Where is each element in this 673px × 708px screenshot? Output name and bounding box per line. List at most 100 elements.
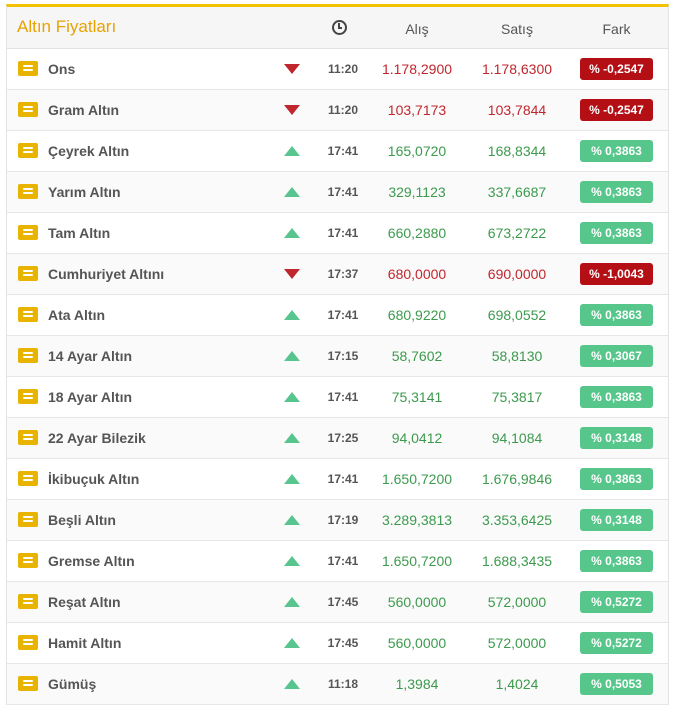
asset-name[interactable]: 18 Ayar Altın bbox=[48, 389, 132, 405]
sell-price: 1.688,3435 bbox=[481, 553, 553, 569]
update-time: 17:41 bbox=[327, 185, 359, 199]
update-time: 17:41 bbox=[327, 308, 359, 322]
update-time: 17:41 bbox=[327, 390, 359, 404]
asset-name[interactable]: Reşat Altın bbox=[48, 594, 121, 610]
price-row[interactable]: Tam Altın 17:41 660,2880 673,2722 % 0,3863 bbox=[7, 213, 668, 254]
price-row[interactable]: Reşat Altın 17:45 560,0000 572,0000 % 0,5272 bbox=[7, 582, 668, 623]
price-row[interactable]: İkibuçuk Altın 17:41 1.650,7200 1.676,9846%… bbox=[7, 459, 668, 500]
price-row[interactable]: Ons 11:20 1.178,2900 1.178,6300 % -0,2547 bbox=[7, 49, 668, 90]
trend-up-icon bbox=[284, 146, 300, 156]
gold-coin-icon bbox=[18, 635, 38, 650]
price-row[interactable]: Gümüş 11:18 1,3984 1,4024 % 0,5053 bbox=[7, 664, 668, 705]
buy-price: 1,3984 bbox=[395, 676, 439, 692]
price-row[interactable]: Gremse Altın 17:41 1.650,7200 1.688,3435 % 0… bbox=[7, 541, 668, 582]
asset-name[interactable]: 14 Ayar Altın bbox=[48, 348, 132, 364]
update-time: 11:20 bbox=[327, 103, 359, 117]
trend-up-icon bbox=[284, 187, 300, 197]
update-time: 17:41 bbox=[327, 144, 359, 158]
update-time: 17:41 bbox=[327, 472, 359, 486]
gold-coin-icon bbox=[18, 594, 38, 609]
asset-name[interactable]: Gremse Altın bbox=[48, 553, 135, 569]
change-badge: % -1,0043 bbox=[580, 263, 653, 285]
update-time: 11:20 bbox=[327, 62, 359, 76]
sell-price: 572,0000 bbox=[487, 635, 547, 651]
price-row[interactable]: Hamit Altın 17:45 560,0000 572,0000 % 0,5272 bbox=[7, 623, 668, 664]
trend-up-icon bbox=[284, 556, 300, 566]
update-time: 17:45 bbox=[327, 636, 359, 650]
trend-up-icon bbox=[284, 351, 300, 361]
sell-price: 690,0000 bbox=[487, 266, 547, 282]
buy-price: 165,0720 bbox=[387, 143, 447, 159]
gold-coin-icon bbox=[18, 307, 38, 322]
buy-price: 58,7602 bbox=[391, 348, 443, 364]
gold-coin-icon bbox=[18, 266, 38, 281]
sell-price: 698,0552 bbox=[487, 307, 547, 323]
update-time: 17:25 bbox=[327, 431, 359, 445]
clock-icon bbox=[332, 20, 347, 35]
gold-coin-icon bbox=[18, 102, 38, 117]
change-badge: % 0,3863 bbox=[580, 181, 653, 203]
gold-coin-icon bbox=[18, 676, 38, 691]
asset-name[interactable]: Tam Altın bbox=[48, 225, 110, 241]
sell-price: 1.178,6300 bbox=[481, 61, 553, 77]
sell-price: 75,3817 bbox=[491, 389, 543, 405]
update-time: 17:19 bbox=[327, 513, 359, 527]
table-header: Altın Fiyatları Alış Satış Fark bbox=[7, 7, 668, 49]
buy-price: 3.289,3813 bbox=[381, 512, 453, 528]
asset-name[interactable]: Ata Altın bbox=[48, 307, 105, 323]
sell-price: 337,6687 bbox=[487, 184, 547, 200]
buy-price: 329,1123 bbox=[388, 184, 446, 200]
buy-price: 680,0000 bbox=[387, 266, 447, 282]
price-row[interactable]: 22 Ayar Bilezik 17:25 94,0412 94,1084 % 0,31… bbox=[7, 418, 668, 459]
gold-coin-icon bbox=[18, 512, 38, 527]
asset-name[interactable]: 22 Ayar Bilezik bbox=[48, 430, 146, 446]
asset-name[interactable]: Beşli Altın bbox=[48, 512, 116, 528]
diff-column-header: Fark bbox=[602, 21, 631, 37]
price-row[interactable]: 18 Ayar Altın 17:41 75,3141 75,3817 % 0,3863 bbox=[7, 377, 668, 418]
sell-price: 3.353,6425 bbox=[481, 512, 553, 528]
asset-name[interactable]: İkibuçuk Altın bbox=[48, 471, 139, 487]
change-badge: % 0,5272 bbox=[580, 632, 653, 654]
trend-down-icon bbox=[284, 64, 300, 74]
gold-prices-widget: Altın Fiyatları Alış Satış Fark Ons 11:20… bbox=[6, 4, 669, 705]
price-row[interactable]: Çeyrek Altın 17:41 165,0720 168,8344 % 0,386… bbox=[7, 131, 668, 172]
buy-column-header: Alış bbox=[405, 21, 429, 37]
change-badge: % 0,3067 bbox=[580, 345, 653, 367]
trend-up-icon bbox=[284, 433, 300, 443]
asset-name[interactable]: Cumhuriyet Altını bbox=[48, 266, 164, 282]
change-badge: % 0,3148 bbox=[580, 427, 653, 449]
trend-down-icon bbox=[284, 105, 300, 115]
buy-price: 103,7173 bbox=[387, 102, 447, 118]
gold-coin-icon bbox=[18, 143, 38, 158]
gold-coin-icon bbox=[18, 553, 38, 568]
gold-coin-icon bbox=[18, 471, 38, 486]
price-row[interactable]: Beşli Altın 17:19 3.289,3813 3.353,6425 % 0,… bbox=[7, 500, 668, 541]
trend-up-icon bbox=[284, 597, 300, 607]
change-badge: % 0,3863 bbox=[580, 386, 653, 408]
price-row[interactable]: 14 Ayar Altın 17:15 58,7602 58,8130 % 0,3067 bbox=[7, 336, 668, 377]
price-row[interactable]: Gram Altın 11:20 103,7173 103,7844 % -0,2547 bbox=[7, 90, 668, 131]
update-time: 17:41 bbox=[327, 226, 359, 240]
buy-price: 560,0000 bbox=[387, 635, 447, 651]
asset-name[interactable]: Gümüş bbox=[48, 676, 96, 692]
asset-name[interactable]: Gram Altın bbox=[48, 102, 119, 118]
asset-name[interactable]: Yarım Altın bbox=[48, 184, 121, 200]
sell-price: 1.676,9846 bbox=[481, 471, 553, 487]
sell-price: 103,7844 bbox=[487, 102, 547, 118]
asset-name[interactable]: Hamit Altın bbox=[48, 635, 121, 651]
sell-price: 168,8344 bbox=[487, 143, 547, 159]
gold-coin-icon bbox=[18, 389, 38, 404]
change-badge: % 0,3863 bbox=[580, 222, 653, 244]
asset-name[interactable]: Ons bbox=[48, 61, 75, 77]
price-row[interactable]: Ata Altın 17:41 680,9220 698,0552 % 0,3863 bbox=[7, 295, 668, 336]
change-badge: % 0,3863 bbox=[580, 468, 653, 490]
asset-name[interactable]: Çeyrek Altın bbox=[48, 143, 129, 159]
gold-coin-icon bbox=[18, 348, 38, 363]
trend-up-icon bbox=[284, 310, 300, 320]
price-row[interactable]: Yarım Altın 17:41 329,1123 337,6687 % 0,3863 bbox=[7, 172, 668, 213]
price-row[interactable]: Cumhuriyet Altını 17:37 680,0000 690,0000 % … bbox=[7, 254, 668, 295]
buy-price: 75,3141 bbox=[391, 389, 443, 405]
change-badge: % -0,2547 bbox=[580, 99, 653, 121]
buy-price: 660,2880 bbox=[387, 225, 447, 241]
sell-price: 58,8130 bbox=[491, 348, 543, 364]
